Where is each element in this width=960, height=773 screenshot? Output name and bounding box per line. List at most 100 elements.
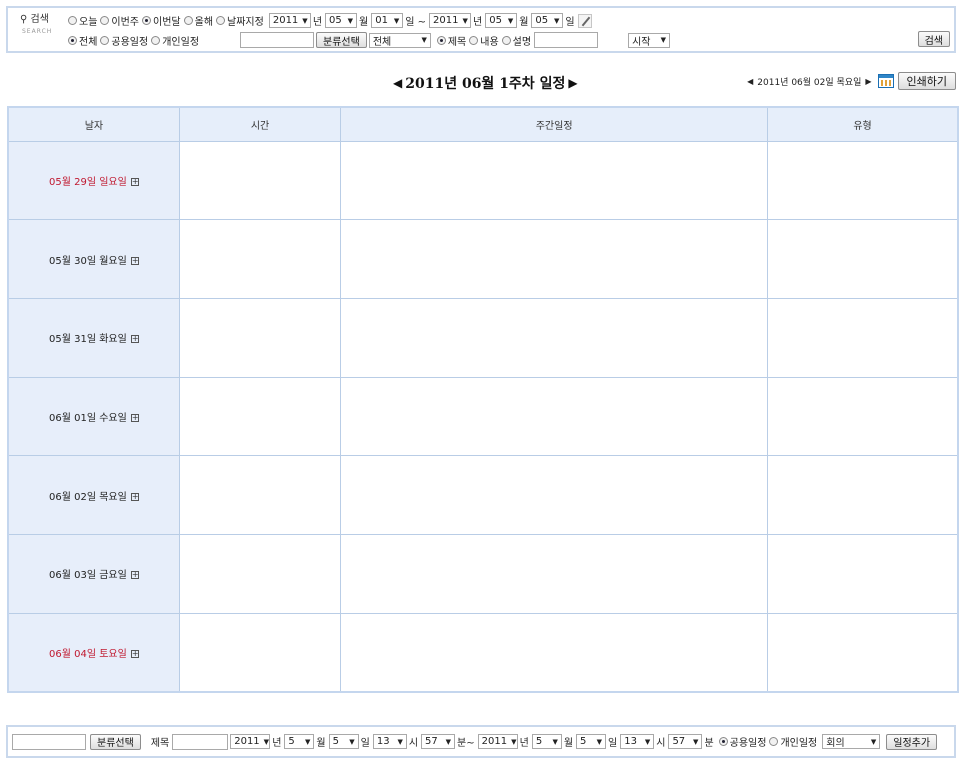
date-cell[interactable]: 05월 29일 일요일 + (7, 140, 180, 221)
next-day-icon[interactable]: ▶ (865, 77, 871, 86)
radio-dot[interactable] (436, 35, 446, 45)
chevron-down-icon: ▼ (644, 737, 651, 746)
radio-dot[interactable] (469, 35, 479, 45)
radio-all[interactable]: 전체 (68, 33, 97, 48)
date-cell[interactable]: 06월 04일 토요일 + (7, 612, 180, 693)
schedule-table: 날자 시간 주간일정 유형 05월 29일 일요일 + 05월 30일 월요일 + … (7, 106, 959, 693)
to-year-select[interactable]: 2011 ▼ (429, 13, 472, 28)
print-button[interactable]: 인쇄하기 (897, 72, 956, 90)
expand-plus-icon[interactable]: + (130, 571, 139, 580)
schedule-cell (340, 534, 769, 614)
table-row: 06월 02일 목요일 + (7, 455, 959, 536)
date-cell[interactable]: 05월 30일 월요일 + (7, 219, 180, 299)
from-year-select[interactable]: 2011 ▼ (268, 13, 311, 28)
radio-dot[interactable] (68, 35, 77, 45)
unit-year: 년 (519, 738, 529, 749)
unit-month: 월 (316, 738, 326, 749)
radio-dot[interactable] (100, 35, 110, 45)
time-cell (178, 612, 342, 693)
radio-public[interactable]: 공용일정 (100, 33, 148, 48)
start-year-select[interactable]: 2011 ▼ (230, 734, 271, 749)
chevron-down-icon: ▼ (507, 16, 514, 25)
to-day-select[interactable]: 05 ▼ (531, 13, 564, 28)
category-select[interactable]: 전체 ▼ (368, 32, 431, 48)
calendar-icon[interactable] (877, 74, 894, 88)
expand-plus-icon[interactable]: + (130, 256, 139, 265)
from-month-select[interactable]: 05 ▼ (325, 13, 358, 28)
add-title-input[interactable] (172, 733, 229, 750)
radio-add-public[interactable]: 공용일정 (718, 734, 766, 749)
end-day-select[interactable]: 5 ▼ (576, 734, 607, 749)
category-input[interactable] (240, 32, 315, 48)
end-month-select[interactable]: 5 ▼ (531, 734, 562, 749)
type-cell (767, 376, 959, 457)
time-cell (178, 376, 342, 457)
radio-field-content[interactable]: 내용 (469, 33, 499, 48)
expand-plus-icon[interactable]: + (130, 413, 139, 422)
prev-week-icon[interactable]: ◀ (393, 76, 402, 90)
table-row: 05월 30일 월요일 + (7, 219, 959, 299)
wrench-icon[interactable] (577, 13, 592, 28)
page-title: 2011년 06월 1주차 일정 (405, 76, 566, 92)
expand-plus-icon[interactable]: + (130, 649, 139, 658)
schedule-cell (340, 612, 769, 693)
chevron-down-icon: ▼ (693, 737, 699, 746)
add-category-input[interactable] (12, 733, 86, 750)
radio-dot[interactable] (216, 16, 226, 25)
radio-custom-date[interactable]: 날짜지정 (216, 13, 264, 28)
search-sublabel: SEARCH (22, 28, 53, 35)
unit-day: 일 (565, 17, 575, 28)
category-select-button[interactable]: 분류선택 (316, 32, 367, 48)
type-cell (767, 219, 959, 299)
radio-dot[interactable] (769, 737, 779, 746)
schedule-cell (340, 455, 769, 536)
to-month-select[interactable]: 05 ▼ (485, 13, 518, 28)
radio-this-month[interactable]: 이번달 (142, 13, 181, 28)
radio-dot[interactable] (151, 35, 161, 45)
date-cell[interactable]: 06월 02일 목요일 + (7, 455, 180, 536)
radio-add-private[interactable]: 개인일정 (769, 734, 817, 749)
next-week-icon[interactable]: ▶ (568, 76, 577, 90)
radio-dot[interactable] (68, 16, 77, 25)
date-cell[interactable]: 06월 03일 금요일 + (7, 534, 180, 614)
date-cell[interactable]: 06월 01일 수요일 + (7, 376, 180, 457)
radio-this-year[interactable]: 올해 (183, 13, 213, 28)
radio-dot[interactable] (718, 737, 728, 746)
time-cell (178, 219, 342, 299)
search-button[interactable]: 검색 (917, 31, 950, 47)
radio-this-week[interactable]: 이번주 (100, 13, 139, 28)
schedule-cell (340, 219, 769, 299)
unit-hour: 시 (656, 738, 666, 749)
search-row-period: 오늘 이번주 이번달 올해 날짜지정 2011 ▼ 년 05 ▼ 월 01 ▼ 일 ~… (68, 13, 592, 28)
kind-select[interactable]: 회의 ▼ (822, 734, 881, 749)
date-cell[interactable]: 05월 31일 화요일 + (7, 297, 180, 378)
expand-plus-icon[interactable]: + (130, 335, 139, 344)
unit-minute-range: 분~ (457, 738, 475, 749)
prev-day-icon[interactable]: ◀ (747, 77, 753, 86)
chevron-down-icon: ▼ (347, 16, 354, 25)
add-category-select-button[interactable]: 분류선택 (90, 733, 141, 750)
add-schedule-button[interactable]: 일정추가 (886, 733, 938, 750)
add-title-label: 제목 (150, 738, 170, 749)
keyword-input[interactable] (534, 32, 599, 48)
expand-plus-icon[interactable]: + (130, 177, 139, 186)
end-minute-select[interactable]: 57 ▼ (668, 734, 703, 749)
radio-dot[interactable] (501, 35, 511, 45)
end-hour-select[interactable]: 13 ▼ (620, 734, 655, 749)
match-select[interactable]: 시작 ▼ (628, 32, 671, 48)
radio-dot[interactable] (183, 16, 193, 25)
start-month-select[interactable]: 5 ▼ (284, 734, 315, 749)
end-year-select[interactable]: 2011 ▼ (477, 734, 518, 749)
start-minute-select[interactable]: 57 ▼ (421, 734, 456, 749)
radio-dot[interactable] (100, 16, 110, 25)
radio-field-title[interactable]: 제목 (436, 33, 466, 48)
radio-private[interactable]: 개인일정 (151, 33, 199, 48)
radio-dot[interactable] (142, 16, 152, 25)
expand-plus-icon[interactable]: + (130, 492, 139, 501)
start-day-select[interactable]: 5 ▼ (328, 734, 359, 749)
from-day-select[interactable]: 01 ▼ (371, 13, 404, 28)
radio-field-desc[interactable]: 설명 (501, 33, 531, 48)
radio-today[interactable]: 오늘 (68, 13, 97, 28)
start-hour-select[interactable]: 13 ▼ (372, 734, 407, 749)
unit-day: 일 (608, 738, 618, 749)
